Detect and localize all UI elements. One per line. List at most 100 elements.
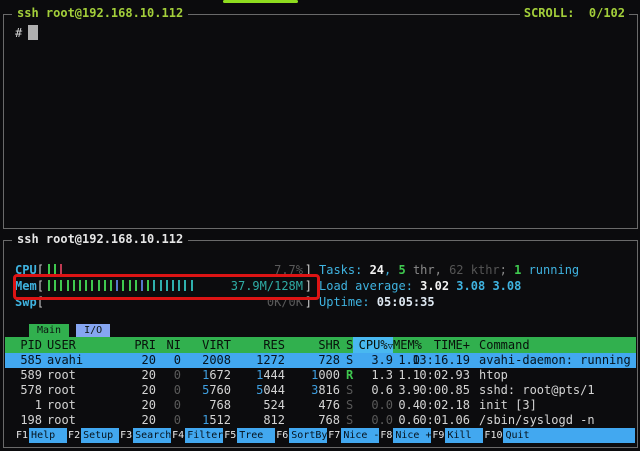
cell-time: 0:02.93 — [412, 368, 470, 383]
cpu-meter: CPU[7.7%] — [15, 262, 312, 278]
cell-user: root — [47, 413, 105, 428]
cell-time: 13:16.19 — [412, 353, 470, 368]
swp-meter: Swp[0K/0K] — [15, 294, 312, 310]
col-pid[interactable]: PID — [13, 337, 42, 353]
fnkey-label: Nice - — [341, 428, 379, 443]
process-row[interactable]: 198root2001512812768S0.00.60:01.06/sbin/… — [5, 413, 636, 428]
col-command[interactable]: Command — [479, 337, 636, 353]
fnkey-sortby[interactable]: F6SortBy — [275, 428, 327, 443]
num-thousands: 1 — [311, 368, 318, 382]
fnkey-setup[interactable]: F2Setup — [67, 428, 119, 443]
fnkey-filter[interactable]: F4Filter — [171, 428, 223, 443]
uptime-line: Uptime: 05:05:35 — [319, 294, 435, 310]
fnkey-number: F1 — [15, 428, 29, 443]
process-row[interactable]: 1root200768524476S0.00.40:02.18init [3] — [5, 398, 636, 413]
pane-title: ssh root@192.168.10.112 — [12, 6, 188, 20]
load-1min: 3.02 — [420, 279, 449, 293]
meter-bar — [60, 280, 62, 291]
meter-bar — [104, 280, 106, 291]
terminal-pane-top[interactable]: ssh root@192.168.10.112 SCROLL: 0/102 # — [3, 14, 638, 229]
fnkey-search[interactable]: F3Search — [119, 428, 171, 443]
cell-pid: 589 — [13, 368, 42, 383]
process-row[interactable]: 578root200576050443816S0.63.90:00.85sshd… — [5, 383, 636, 398]
cell-ni: 0 — [156, 398, 181, 413]
shell-prompt-line[interactable]: # — [15, 25, 38, 42]
tab-main[interactable]: Main — [29, 324, 69, 338]
cell-user: root — [47, 368, 105, 383]
meter-label: Swp — [15, 295, 37, 309]
mem-meter: Mem[37.9M/128M] — [15, 278, 312, 294]
fnkey-number: F10 — [483, 428, 503, 443]
meter-bar — [178, 280, 180, 291]
terminal-pane-bottom[interactable]: ssh root@192.168.10.112 CPU[7.7%] Mem[37… — [3, 240, 638, 448]
meter-bar — [153, 280, 155, 291]
cell-state: S — [346, 353, 358, 368]
fnkey-label: Tree — [237, 428, 275, 443]
meter-bar — [135, 280, 137, 291]
fnkey-kill[interactable]: F9Kill — [431, 428, 483, 443]
cell-pid: 585 — [13, 353, 42, 368]
cell-virt: 5760 — [181, 383, 231, 398]
cell-pri: 20 — [105, 353, 156, 368]
meter-bar — [98, 280, 100, 291]
meter-close-bracket: ] — [305, 294, 312, 310]
meter-bar — [54, 280, 56, 291]
htop-tabs: Main I/O — [29, 322, 117, 336]
meter-bar — [91, 280, 93, 291]
cell-pri: 20 — [105, 368, 156, 383]
col-virt[interactable]: VIRT — [181, 337, 231, 353]
process-row[interactable]: 589root200167214441000R1.31.10:02.93htop — [5, 368, 636, 383]
meter-open-bracket: [ — [37, 263, 44, 277]
meter-bar — [48, 264, 50, 275]
fnkey-help[interactable]: F1Help — [15, 428, 67, 443]
process-table-header[interactable]: PID USER PRI NI VIRT RES SHR S CPU%▽ MEM… — [5, 337, 636, 353]
col-cpu-sorted[interactable]: CPU%▽ — [353, 337, 393, 353]
process-row[interactable]: 585avahi20020081272728S3.91.013:16.19ava… — [5, 353, 636, 368]
cell-virt: 768 — [181, 398, 231, 413]
meter-bar — [60, 264, 62, 275]
cell-time: 0:02.18 — [412, 398, 470, 413]
uptime-value: 05:05:35 — [377, 295, 435, 309]
col-time[interactable]: TIME+ — [412, 337, 470, 353]
meter-open-bracket: [ — [37, 279, 44, 293]
meter-bar — [73, 280, 75, 291]
col-pri[interactable]: PRI — [105, 337, 156, 353]
col-shr[interactable]: SHR — [285, 337, 340, 353]
fnkey-number: F6 — [275, 428, 289, 443]
cell-command: init [3] — [479, 398, 636, 413]
cell-ni: 0 — [156, 383, 181, 398]
meter-bar — [172, 280, 174, 291]
col-ni[interactable]: NI — [156, 337, 181, 353]
fnkey-number: F5 — [223, 428, 237, 443]
meter-label: Mem — [15, 279, 37, 293]
fnkey-label: Filter — [185, 428, 223, 443]
cell-ni: 0 — [156, 353, 181, 368]
meter-bar — [129, 280, 131, 291]
fnkey-quit[interactable]: F10Quit — [483, 428, 635, 443]
num-thousands: 1 — [202, 413, 209, 427]
fnkey-number: F7 — [327, 428, 341, 443]
scroll-indicator: SCROLL: 0/102 — [520, 6, 629, 20]
meter-value: 7.7% — [274, 262, 303, 278]
load-15min: 3.08 — [492, 279, 521, 293]
meter-bar — [184, 280, 186, 291]
kthread-text: 62 kthr — [449, 263, 500, 277]
cell-time: 0:01.06 — [412, 413, 470, 428]
cell-pri: 20 — [105, 398, 156, 413]
cell-shr: 476 — [285, 398, 340, 413]
meter-bar — [160, 280, 162, 291]
cell-virt: 2008 — [181, 353, 231, 368]
cell-command: /sbin/syslogd -n — [479, 413, 636, 428]
col-user[interactable]: USER — [47, 337, 105, 353]
col-cpu-label: CPU% — [359, 338, 388, 352]
cell-shr: 768 — [285, 413, 340, 428]
tab-io[interactable]: I/O — [76, 324, 110, 338]
tasks-count: 24 — [370, 263, 384, 277]
fnkey-nice[interactable]: F7Nice - — [327, 428, 379, 443]
fnkey-label: Search — [133, 428, 171, 443]
fnkey-tree[interactable]: F5Tree — [223, 428, 275, 443]
fnkey-nice+[interactable]: F8Nice + — [379, 428, 431, 443]
meter-value: 37.9M/128M — [231, 278, 303, 294]
meter-bar — [54, 264, 56, 275]
col-res[interactable]: RES — [231, 337, 285, 353]
